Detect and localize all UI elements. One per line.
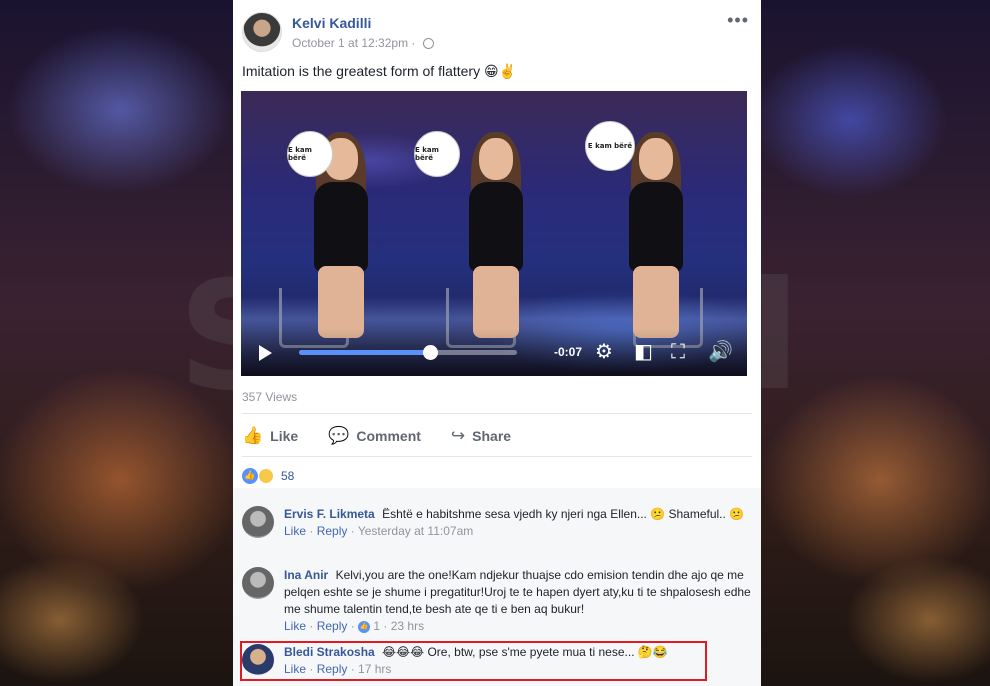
comment-text: Është e habitshme sesa vjedh ky njeri ng… <box>382 507 745 521</box>
reaction-count: 58 <box>281 469 295 483</box>
reactions-summary[interactable]: 👍 58 <box>242 468 294 484</box>
comment-reply-link[interactable]: Reply <box>317 619 348 633</box>
comment-time[interactable]: Yesterday at 11:07am <box>358 524 473 538</box>
facebook-post-card: Kelvi Kadilli October 1 at 12:32pm · •••… <box>233 0 761 686</box>
comment-label: Comment <box>356 428 421 444</box>
progress-bar[interactable] <box>299 345 517 360</box>
author-avatar[interactable] <box>242 12 282 52</box>
comment-highlight-box <box>240 641 707 681</box>
more-options-icon[interactable]: ••• <box>727 10 749 31</box>
post-actions: 👍 Like 💬 Comment ↪ Share <box>242 426 541 446</box>
post-text-body: Imitation is the greatest form of flatte… <box>242 63 481 79</box>
video-controls: -0:07 ⚙ ◧ ⛶ 🔊 <box>241 328 747 376</box>
like-label: Like <box>270 428 299 444</box>
share-button[interactable]: ↪ Share <box>451 426 511 446</box>
post-timestamp[interactable]: October 1 at 12:32pm · <box>292 36 415 50</box>
progress-knob[interactable] <box>422 345 438 360</box>
video-person <box>451 132 539 338</box>
thumbs-up-icon: 👍 <box>242 426 264 446</box>
post-meta: October 1 at 12:32pm · <box>292 36 435 50</box>
video-person <box>611 132 699 338</box>
video-player[interactable]: E kam bërë E kam bërë E kam bërë -0:07 ⚙… <box>241 91 747 376</box>
comment-button[interactable]: 💬 Comment <box>328 426 421 446</box>
sign-paddle: E kam bërë <box>585 121 635 171</box>
fullscreen-icon[interactable]: ⛶ <box>671 341 685 361</box>
share-label: Share <box>472 428 512 444</box>
divider <box>242 456 752 457</box>
comment-body: Ervis F. Likmeta Është e habitshme sesa … <box>284 506 751 540</box>
volume-icon[interactable]: 🔊 <box>708 341 733 361</box>
like-reaction-icon: 👍 <box>242 468 258 484</box>
picture-in-picture-icon[interactable]: ◧ <box>634 341 653 361</box>
comment-text: Kelvi,you are the one!Kam ndjekur thuajs… <box>284 568 751 616</box>
view-count: 357 Views <box>242 390 298 404</box>
commenter-avatar[interactable] <box>242 506 274 538</box>
globe-icon <box>423 37 435 49</box>
post-text-emoji: 😁✌️ <box>484 64 517 80</box>
time-remaining: -0:07 <box>554 345 583 359</box>
comment-like-link[interactable]: Like <box>284 619 306 633</box>
haha-reaction-icon <box>258 468 274 484</box>
comment-like-link[interactable]: Like <box>284 524 306 538</box>
commenter-name[interactable]: Ina Anir <box>284 568 328 582</box>
post-header: Kelvi Kadilli October 1 at 12:32pm · ••• <box>233 0 761 60</box>
post-text: Imitation is the greatest form of flatte… <box>242 63 516 80</box>
commenter-name[interactable]: Ervis F. Likmeta <box>284 507 375 521</box>
progress-fill <box>299 350 430 355</box>
commenter-avatar[interactable] <box>242 567 274 599</box>
divider <box>242 413 752 414</box>
sign-paddle: E kam bërë <box>287 131 333 177</box>
comment-actions: Like · Reply · 👍 1 · 23 hrs <box>284 619 425 633</box>
like-button[interactable]: 👍 Like <box>242 426 298 446</box>
comment-icon: 💬 <box>328 426 350 446</box>
gear-icon[interactable]: ⚙ <box>595 341 613 361</box>
comment-reaction-count: 1 <box>373 619 381 633</box>
comment-body: Ina Anir Kelvi,you are the one!Kam ndjek… <box>284 567 751 635</box>
comment-time[interactable]: 23 hrs <box>391 619 424 633</box>
author-name[interactable]: Kelvi Kadilli <box>292 15 371 31</box>
comment-reply-link[interactable]: Reply <box>317 524 348 538</box>
sign-paddle: E kam bërë <box>414 131 460 177</box>
play-icon[interactable] <box>259 345 272 361</box>
comment-actions: Like · Reply · Yesterday at 11:07am <box>284 524 474 538</box>
share-icon: ↪ <box>450 426 466 446</box>
comment-like-reaction-icon: 👍 <box>358 620 371 633</box>
